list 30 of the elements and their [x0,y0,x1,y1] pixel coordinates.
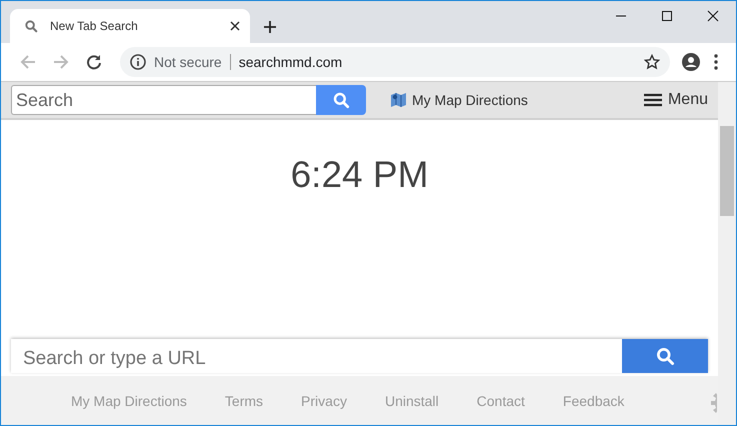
reload-icon[interactable] [86,54,102,70]
brand-link[interactable]: My Map Directions [412,92,528,108]
search-icon [24,19,38,33]
menu-button[interactable]: Menu [644,91,708,109]
footer-link[interactable]: My Map Directions [71,392,187,408]
account-icon[interactable] [682,53,700,71]
map-icon [390,92,407,108]
search-field[interactable]: Search [11,85,316,115]
search-icon [655,346,675,366]
search-icon [332,91,350,109]
security-label: Not secure [154,54,231,70]
close-icon[interactable] [230,21,240,31]
footer-link[interactable]: Privacy [301,392,347,408]
url-text: searchmmd.com [238,54,344,70]
search-button[interactable] [622,339,708,373]
footer-link[interactable]: Terms [224,392,264,408]
tab-title: New Tab Search [50,19,139,33]
menu-icon [644,93,662,107]
footer-link[interactable]: Contact [476,392,525,408]
footer-link[interactable]: Feedback [562,392,624,408]
star-icon[interactable] [644,54,660,70]
scrollbar[interactable] [718,82,736,425]
address-bar[interactable]: Not secure searchmmd.com [120,47,670,77]
clock-text: 6:24 PM [290,154,430,196]
search-button[interactable] [316,85,366,115]
info-icon[interactable] [130,54,146,70]
more-icon[interactable] [714,54,718,70]
browser-tab[interactable]: New Tab Search [10,9,250,43]
new-tab-icon[interactable] [264,21,276,33]
footer-link[interactable]: Uninstall [384,392,439,408]
